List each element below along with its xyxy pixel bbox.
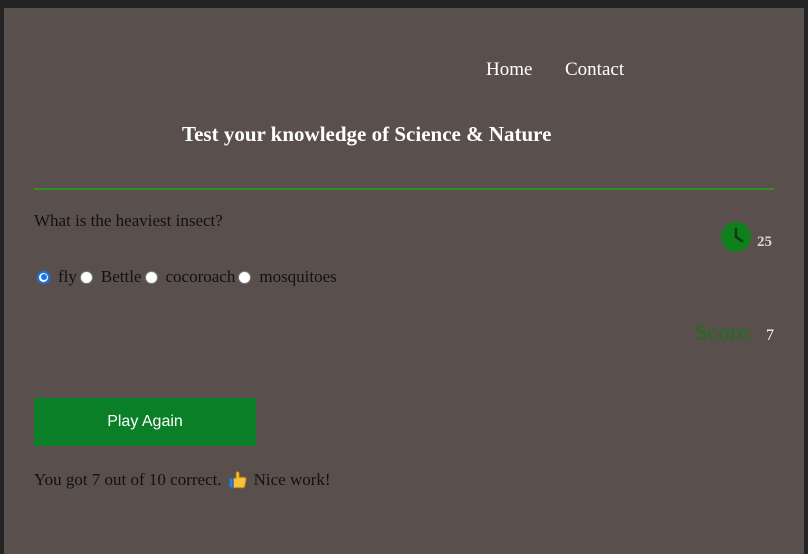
answer-label-bettle[interactable]: Bettle [101, 267, 142, 287]
answer-label-fly[interactable]: fly [58, 267, 77, 287]
answer-radio-fly[interactable] [37, 270, 50, 284]
score-label: Score: [694, 320, 756, 346]
result-text: You got 7 out of 10 correct. [34, 470, 222, 489]
answer-label-cocoroach[interactable]: cocoroach [166, 267, 236, 287]
answer-radio-mosquitoes[interactable] [238, 270, 252, 284]
score-value: 7 [766, 327, 774, 344]
answer-radio-bettle[interactable] [79, 270, 93, 284]
quiz-app: Home Contact Test your knowledge of Scie… [4, 8, 804, 554]
clock-icon [721, 222, 751, 252]
answer-options: fly Bettle cocoroach mosquitoes [37, 267, 340, 287]
nav-home-link[interactable]: Home [486, 59, 532, 81]
answer-radio-cocoroach[interactable] [144, 270, 158, 284]
divider [34, 188, 774, 190]
result-message: You got 7 out of 10 correct. Nice work! [34, 469, 331, 491]
page-title: Test your knowledge of Science & Nature [182, 122, 552, 146]
question-text: What is the heaviest insect? [34, 211, 223, 230]
thumbs-up-icon [228, 471, 247, 489]
answer-label-mosquitoes[interactable]: mosquitoes [259, 267, 336, 287]
play-again-button[interactable]: Play Again [34, 398, 256, 446]
result-praise: Nice work! [253, 470, 331, 489]
timer-value: 25 [757, 234, 772, 250]
nav-contact-link[interactable]: Contact [565, 59, 624, 81]
